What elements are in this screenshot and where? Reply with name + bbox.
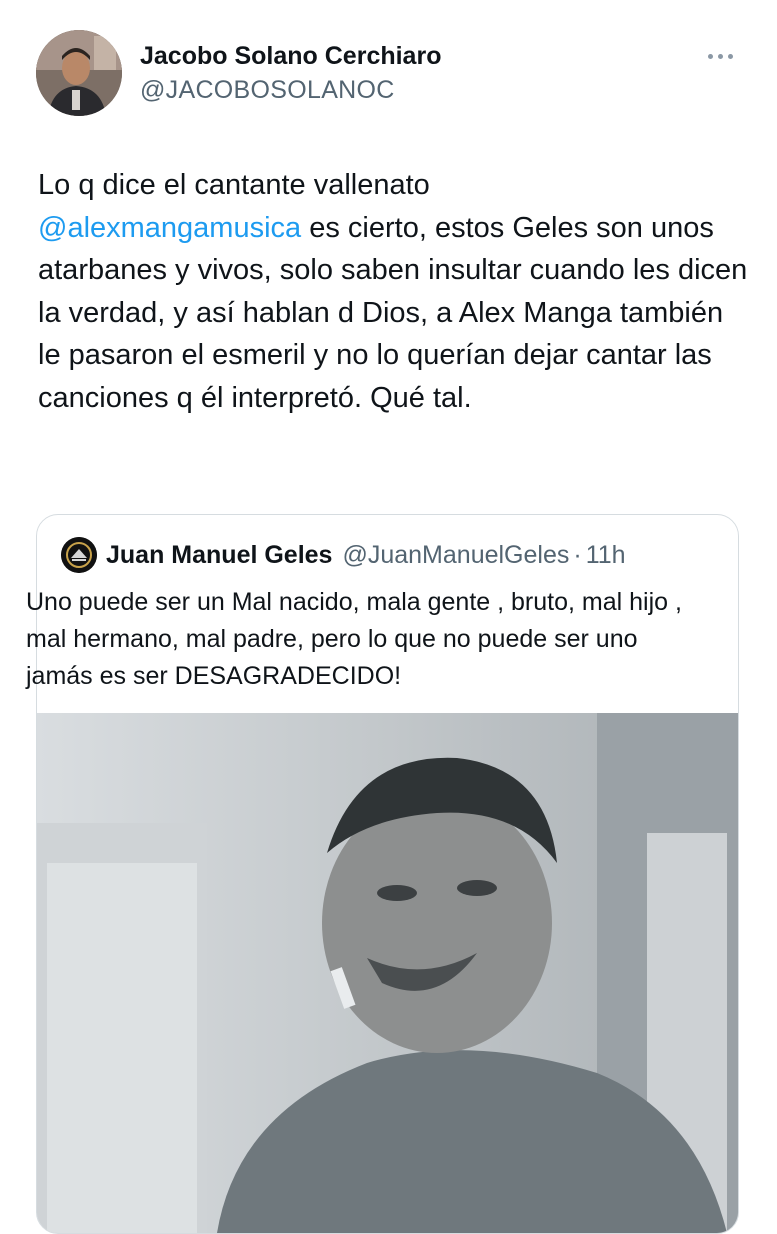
quoted-timestamp[interactable]: 11h bbox=[586, 541, 626, 570]
author-handle[interactable]: @JACOBOSOLANOC bbox=[140, 74, 441, 106]
author-avatar-image bbox=[36, 30, 122, 116]
author-avatar[interactable] bbox=[36, 30, 122, 116]
quoted-tweet-text: Uno puede ser un Mal nacido, mala gente … bbox=[26, 588, 689, 690]
quoted-handle[interactable]: @JuanManuelGeles bbox=[342, 541, 569, 570]
tweet-header: Jacobo Solano Cerchiaro @JACOBOSOLANOC bbox=[36, 30, 746, 120]
quoted-photo-image bbox=[37, 713, 738, 1233]
tweet-text: Lo q dice el cantante vallenato @alexman… bbox=[38, 164, 750, 419]
mention-link[interactable]: @alexmangamusica bbox=[38, 212, 301, 244]
more-horizontal-icon[interactable] bbox=[708, 48, 742, 64]
quoted-avatar-logo bbox=[61, 537, 97, 573]
quoted-tweet-header: Juan Manuel Geles @JuanManuelGeles · 11h bbox=[61, 535, 626, 575]
author-names: Jacobo Solano Cerchiaro @JACOBOSOLANOC bbox=[140, 40, 441, 106]
quoted-separator: · bbox=[573, 540, 582, 569]
author-display-name[interactable]: Jacobo Solano Cerchiaro bbox=[140, 40, 441, 72]
quoted-tweet-photo[interactable] bbox=[37, 713, 738, 1233]
tweet-text-part-1: Lo q dice el cantante vallenato bbox=[38, 169, 430, 201]
quoted-author-avatar[interactable] bbox=[61, 537, 97, 573]
quoted-display-name[interactable]: Juan Manuel Geles bbox=[106, 541, 332, 570]
